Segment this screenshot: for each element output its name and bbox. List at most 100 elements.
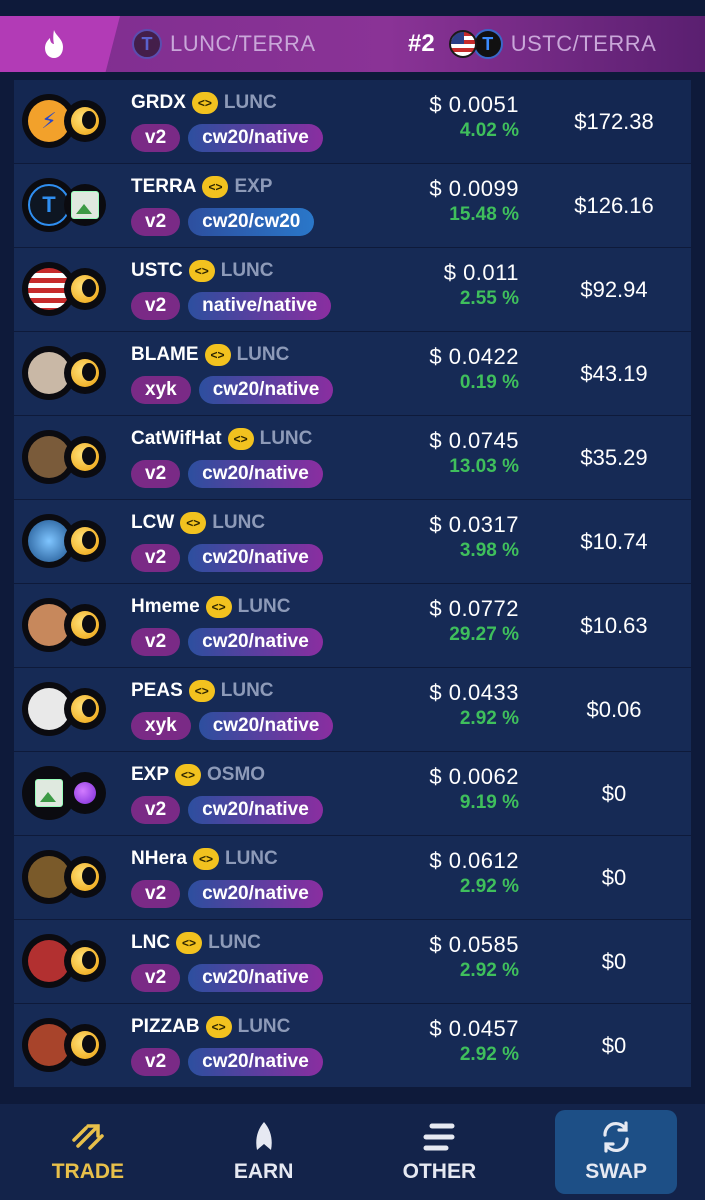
trending-bar: T LUNC/TERRA #2 T USTC/TERRA: [0, 16, 705, 72]
pool-badges: xyk cw20/native: [131, 712, 334, 740]
token-price: $ 0.0457: [429, 1016, 519, 1041]
token-pair-line: LCW <> LUNC: [131, 512, 265, 534]
base-name: LUNC: [220, 260, 274, 281]
price-block: $ 0.0457 2.92 %: [429, 1016, 519, 1066]
liquidity-value: $0: [601, 864, 627, 890]
price-change: 0.19 %: [459, 372, 519, 393]
image-placeholder-icon: [35, 779, 63, 807]
version-badge: v2: [131, 292, 181, 320]
base-avatar: [64, 856, 106, 898]
liquidity-value: $10.74: [580, 528, 648, 554]
token-avatars: [22, 682, 112, 738]
nav-swap[interactable]: SWAP: [555, 1110, 678, 1194]
pair-row[interactable]: LCW <> LUNC v2 cw20/native $ 0.0317 3.98…: [14, 500, 691, 583]
chain-link-icon: <>: [191, 92, 218, 114]
price-change: 2.92 %: [459, 1044, 519, 1065]
pair-row[interactable]: ⚡ GRDX <> LUNC v2 cw20/native $ 0.0051 4…: [14, 80, 691, 163]
luna-icon: [71, 107, 99, 135]
pair-row[interactable]: LNC <> LUNC v2 cw20/native $ 0.0585 2.92…: [14, 920, 691, 1003]
nav-trade[interactable]: TRADE: [28, 1112, 148, 1192]
token-name: Hmeme: [131, 596, 200, 617]
version-badge: v2: [131, 544, 181, 572]
price-block: $ 0.0422 0.19 %: [429, 344, 519, 394]
base-name: LUNC: [208, 932, 261, 953]
token-pair-line: PIZZAB <> LUNC: [131, 1016, 290, 1038]
token-avatars: T: [22, 178, 112, 234]
liquidity-value: $0.06: [586, 696, 642, 722]
price-block: $ 0.0612 2.92 %: [429, 848, 519, 898]
pair-row[interactable]: BLAME <> LUNC xyk cw20/native $ 0.0422 0…: [14, 332, 691, 415]
pool-type-badge: cw20/native: [188, 544, 323, 572]
token-price: $ 0.0612: [429, 848, 519, 873]
nav-earn[interactable]: EARN: [204, 1112, 324, 1192]
menu-icon: [421, 1120, 457, 1154]
token-pair-line: PEAS <> LUNC: [131, 680, 274, 702]
pool-type-badge: cw20/cw20: [188, 208, 315, 236]
pair-row[interactable]: T TERRA <> EXP v2 cw20/cw20 $ 0.0099 15.…: [14, 164, 691, 247]
pool-type-badge: cw20/native: [188, 628, 323, 656]
base-avatar: [64, 100, 106, 142]
version-badge: xyk: [131, 376, 191, 404]
price-block: $ 0.0317 3.98 %: [429, 512, 519, 562]
luna-icon: [71, 947, 99, 975]
pool-type-badge: cw20/native: [188, 964, 323, 992]
token-avatars: ⚡: [22, 94, 112, 150]
base-avatar: [64, 520, 106, 562]
ticker-item-1[interactable]: T LUNC/TERRA: [132, 16, 316, 72]
pool-type-badge: cw20/native: [188, 796, 323, 824]
luna-icon: [71, 443, 99, 471]
pair-list: ⚡ GRDX <> LUNC v2 cw20/native $ 0.0051 4…: [14, 80, 691, 1100]
token-price: $ 0.0422: [429, 344, 519, 369]
price-block: $ 0.0585 2.92 %: [429, 932, 519, 982]
base-avatar: [64, 1024, 106, 1066]
version-badge: v2: [131, 1048, 181, 1076]
version-badge: xyk: [131, 712, 191, 740]
version-badge: v2: [131, 124, 181, 152]
version-badge: v2: [131, 880, 181, 908]
token-price: $ 0.0745: [429, 428, 519, 453]
token-price: $ 0.0585: [429, 932, 519, 957]
price-block: $ 0.0099 15.48 %: [429, 176, 519, 226]
pool-badges: v2 cw20/native: [131, 1048, 323, 1076]
chain-link-icon: <>: [192, 848, 219, 870]
us-flag-icon: [448, 30, 477, 58]
token-price: $ 0.0433: [429, 680, 519, 705]
pair-row[interactable]: EXP <> OSMO v2 cw20/native $ 0.0062 9.19…: [14, 752, 691, 835]
pair-row[interactable]: PIZZAB <> LUNC v2 cw20/native $ 0.0457 2…: [14, 1004, 691, 1087]
chain-link-icon: <>: [204, 344, 231, 366]
luna-icon: [71, 359, 99, 387]
pool-badges: v2 cw20/native: [131, 124, 323, 152]
base-name: LUNC: [237, 1016, 291, 1037]
price-block: $ 0.011 2.55 %: [444, 260, 519, 310]
pair-row[interactable]: CatWifHat <> LUNC v2 cw20/native $ 0.074…: [14, 416, 691, 499]
luna-icon: [71, 695, 99, 723]
base-name: LUNC: [259, 428, 313, 449]
luna-icon: [71, 863, 99, 891]
trending-tab[interactable]: [0, 16, 120, 72]
version-badge: v2: [131, 796, 181, 824]
base-name: LUNC: [236, 344, 290, 365]
pair-row[interactable]: Hmeme <> LUNC v2 cw20/native $ 0.0772 29…: [14, 584, 691, 667]
pair-row[interactable]: PEAS <> LUNC xyk cw20/native $ 0.0433 2.…: [14, 668, 691, 751]
base-name: LUNC: [224, 848, 278, 869]
version-badge: v2: [131, 628, 181, 656]
chain-link-icon: <>: [205, 596, 232, 618]
token-name: LCW: [131, 512, 175, 533]
liquidity-value: $172.38: [574, 108, 654, 134]
price-change: 2.92 %: [459, 876, 519, 897]
ticker-item-2[interactable]: #2 T USTC/TERRA: [408, 16, 656, 72]
chain-link-icon: <>: [227, 428, 254, 450]
pool-type-badge: cw20/native: [188, 460, 323, 488]
token-pair-line: GRDX <> LUNC: [131, 92, 277, 114]
liquidity-value: $43.19: [580, 360, 648, 386]
token-name: USTC: [131, 260, 183, 281]
base-name: OSMO: [207, 764, 266, 785]
base-avatar: [64, 436, 106, 478]
pair-row[interactable]: USTC <> LUNC v2 native/native $ 0.011 2.…: [14, 248, 691, 331]
token-price: $ 0.0317: [429, 512, 519, 537]
pool-type-badge: cw20/native: [198, 712, 334, 740]
nav-label: EARN: [233, 1160, 294, 1183]
pair-row[interactable]: NHera <> LUNC v2 cw20/native $ 0.0612 2.…: [14, 836, 691, 919]
base-avatar: [64, 940, 106, 982]
nav-other[interactable]: OTHER: [379, 1112, 499, 1192]
